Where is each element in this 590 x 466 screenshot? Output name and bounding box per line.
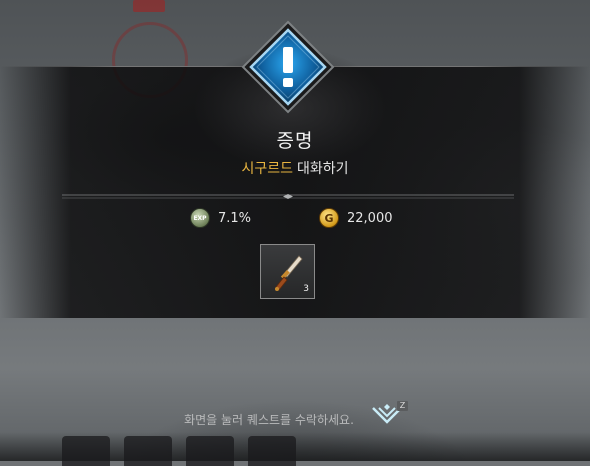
gold-value: 22,000 xyxy=(347,210,393,226)
background-red-mark xyxy=(133,0,165,12)
npc-name: 시구르드 xyxy=(241,161,293,177)
objective-action: 대화하기 xyxy=(297,161,349,177)
key-hint-badge: Z xyxy=(397,401,408,411)
hud-slot xyxy=(124,436,172,466)
dagger-icon xyxy=(271,253,305,293)
accept-hint[interactable]: 화면을 눌러 퀘스트를 수락하세요. xyxy=(0,411,590,428)
exp-reward: EXP 7.1% xyxy=(190,208,251,228)
exclamation-diamond-icon xyxy=(241,20,335,114)
reward-item-slot[interactable]: 3 xyxy=(260,244,315,299)
gold-reward: G 22,000 xyxy=(319,208,393,228)
hud-slot xyxy=(62,436,110,466)
hud-slot xyxy=(248,436,296,466)
item-count: 3 xyxy=(303,284,309,294)
quest-title: 증명 xyxy=(276,130,314,152)
gold-coin-icon: G xyxy=(319,208,339,228)
hud-slot xyxy=(186,436,234,466)
section-divider xyxy=(62,185,514,199)
exp-coin-icon: EXP xyxy=(190,208,210,228)
quest-objective: 시구르드 대화하기 xyxy=(0,158,590,178)
exp-value: 7.1% xyxy=(218,210,252,226)
